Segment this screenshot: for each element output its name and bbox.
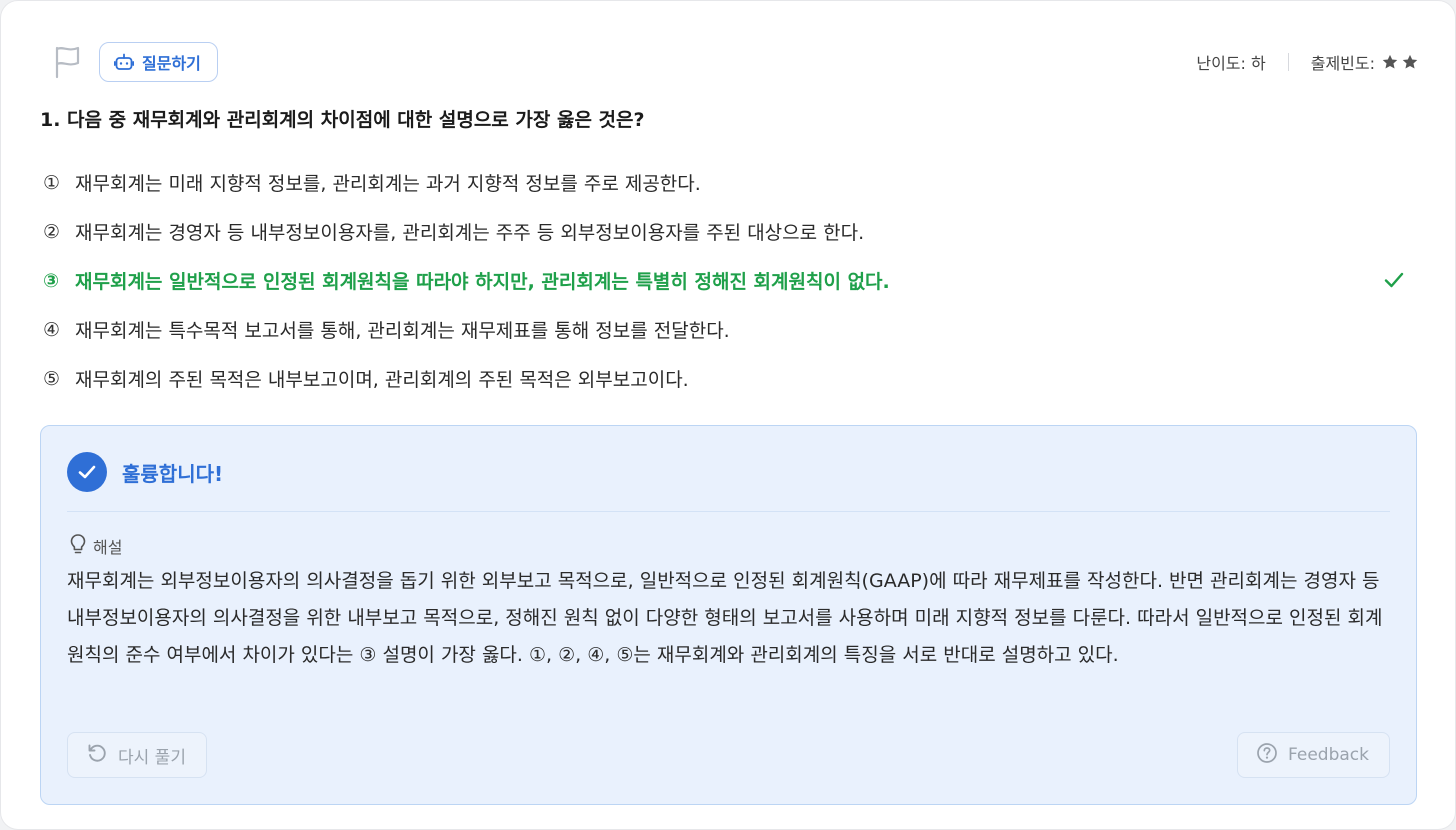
option-number: ① — [43, 171, 61, 194]
question-header: 질문하기 난이도: 하 출제빈도: — [41, 41, 1419, 83]
result-header: 훌륭합니다! — [67, 452, 223, 492]
flag-icon[interactable] — [49, 43, 87, 81]
result-title: 훌륭합니다! — [122, 461, 224, 486]
frequency-stars — [1381, 53, 1419, 71]
question-card: 질문하기 난이도: 하 출제빈도: 1. 다음 중 재무회계와 관리회계의 차이… — [0, 0, 1456, 830]
explanation-label: 해설 — [93, 538, 123, 557]
check-icon — [1383, 270, 1405, 295]
question-circle-icon — [1256, 742, 1278, 769]
option-text: 재무회계는 경영자 등 내부정보이용자를, 관리회계는 주주 등 외부정보이용자… — [75, 222, 865, 244]
refresh-icon — [86, 742, 108, 769]
check-circle-icon — [67, 452, 107, 492]
option-3-correct[interactable]: ③ 재무회계는 일반적으로 인정된 회계원칙을 따라야 하지만, 관리회계는 특… — [43, 256, 1419, 305]
difficulty-label: 난이도: 하 — [1196, 54, 1266, 73]
meta-divider — [1287, 53, 1289, 71]
option-5[interactable]: ⑤ 재무회계의 주된 목적은 내부보고이며, 관리회계의 주된 목적은 외부보고… — [43, 354, 1419, 403]
feedback-button[interactable]: Feedback — [1237, 732, 1390, 778]
option-text: 재무회계는 특수목적 보고서를 통해, 관리회계는 재무제표를 통해 정보를 전… — [75, 320, 730, 342]
result-panel: 훌륭합니다! 해설 재무회계는 외부정보이용자의 의사결정을 돕기 위한 외부보… — [40, 425, 1417, 805]
ask-question-label: 질문하기 — [142, 54, 201, 73]
option-text: 재무회계는 미래 지향적 정보를, 관리회계는 과거 지향적 정보를 주로 제공… — [75, 173, 701, 195]
star-icon — [1382, 54, 1398, 69]
explanation-header: 해설 — [69, 533, 122, 559]
option-number: ⑤ — [43, 367, 61, 390]
lightbulb-icon — [69, 533, 87, 559]
option-number: ④ — [43, 318, 61, 341]
question-title: 1. 다음 중 재무회계와 관리회계의 차이점에 대한 설명으로 가장 옳은 것… — [40, 109, 645, 131]
result-divider — [67, 511, 1390, 512]
option-text: 재무회계의 주된 목적은 내부보고이며, 관리회계의 주된 목적은 외부보고이다… — [75, 369, 689, 391]
retry-label: 다시 풀기 — [118, 747, 186, 768]
option-number: ③ — [43, 269, 60, 292]
frequency-label: 출제빈도: — [1310, 54, 1375, 73]
option-4[interactable]: ④ 재무회계는 특수목적 보고서를 통해, 관리회계는 재무제표를 통해 정보를… — [43, 305, 1419, 354]
star-icon — [1402, 54, 1418, 69]
feedback-label: Feedback — [1288, 745, 1369, 765]
option-2[interactable]: ② 재무회계는 경영자 등 내부정보이용자를, 관리회계는 주주 등 외부정보이… — [43, 207, 1419, 256]
option-number: ② — [43, 220, 61, 243]
robot-icon — [114, 53, 134, 71]
ask-question-button[interactable]: 질문하기 — [99, 42, 218, 82]
question-meta: 난이도: 하 출제빈도: — [1196, 50, 1419, 74]
option-list: ① 재무회계는 미래 지향적 정보를, 관리회계는 과거 지향적 정보를 주로 … — [43, 158, 1419, 403]
option-1[interactable]: ① 재무회계는 미래 지향적 정보를, 관리회계는 과거 지향적 정보를 주로 … — [43, 158, 1419, 207]
option-text: 재무회계는 일반적으로 인정된 회계원칙을 따라야 하지만, 관리회계는 특별히… — [75, 271, 890, 293]
retry-button[interactable]: 다시 풀기 — [67, 732, 207, 778]
explanation-text: 재무회계는 외부정보이용자의 의사결정을 돕기 위한 외부보고 목적으로, 일반… — [67, 570, 1383, 666]
